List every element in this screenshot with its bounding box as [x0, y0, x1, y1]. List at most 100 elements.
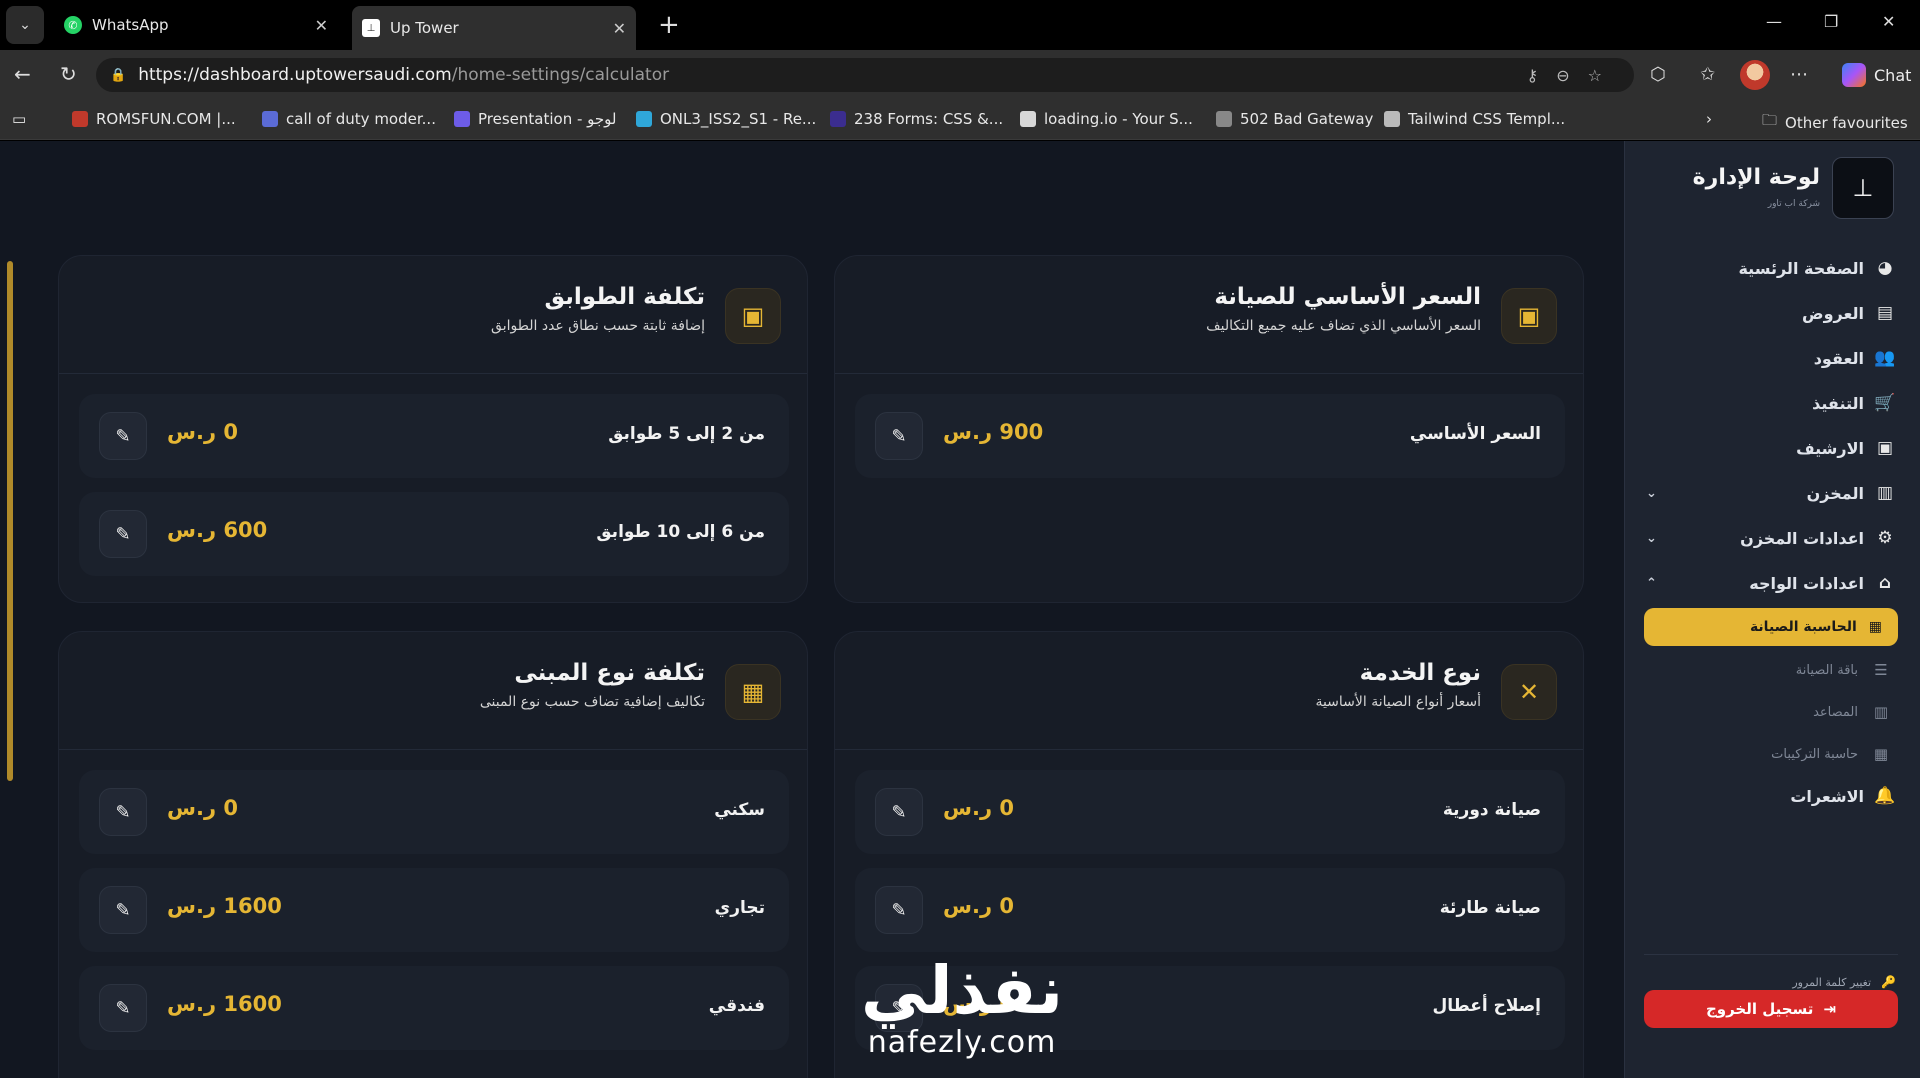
edit-button[interactable]: ✎: [875, 886, 923, 934]
bookmark-item[interactable]: ROMSFUN.COM |...: [72, 110, 236, 128]
nav-label: الارشيف: [1796, 438, 1864, 458]
minimize-button[interactable]: —: [1766, 12, 1782, 31]
bookmark-label: 238 Forms: CSS &...: [854, 110, 1004, 128]
refresh-icon[interactable]: ↻: [60, 62, 77, 86]
logout-button[interactable]: ⇥ تسجيل الخروج: [1644, 990, 1898, 1028]
nav-sub-elevators[interactable]: ▥ المصاعد: [1813, 703, 1890, 721]
edit-button[interactable]: ✎: [875, 788, 923, 836]
card-subtitle: تكاليف إضافية تضاف حسب نوع المبنى: [479, 694, 705, 710]
chevron-down-icon: ⌄: [1646, 530, 1657, 546]
row-label: إصلاح أعطال: [1432, 996, 1541, 1016]
brand-title: لوحة الإدارة: [1692, 165, 1820, 190]
edit-button[interactable]: ✎: [99, 510, 147, 558]
row-label: من 2 إلى 5 طوابق: [608, 424, 765, 444]
close-icon[interactable]: ✕: [315, 16, 328, 35]
new-tab-button[interactable]: +: [658, 10, 680, 40]
nav-item-home[interactable]: ◕ الصفحة الرئسية: [1646, 251, 1896, 285]
building-icon: ▥: [1873, 703, 1889, 721]
archive-icon: ▣: [1876, 438, 1894, 458]
bookmark-item[interactable]: Tailwind CSS Templ...: [1384, 110, 1565, 128]
nav-item-warehouse-settings[interactable]: ⚙ اعدادات المخزن ⌄: [1646, 521, 1896, 555]
nav-item-frontend-settings[interactable]: ⌂ اعدادات الواجه ⌃: [1646, 566, 1896, 600]
edit-button[interactable]: ✎: [99, 788, 147, 836]
row-label: السعر الأساسي: [1409, 424, 1541, 444]
zoom-icon[interactable]: ⊖: [1556, 66, 1587, 85]
profile-avatar[interactable]: [1740, 60, 1770, 90]
bookmark-item[interactable]: 502 Bad Gateway: [1216, 110, 1373, 128]
tab-up-tower[interactable]: ⊥ Up Tower ✕: [352, 6, 636, 50]
address-actions[interactable]: ⚷⊖☆: [1527, 66, 1620, 85]
favourites-icon[interactable]: ✩: [1700, 64, 1715, 85]
chat-label: Chat: [1874, 65, 1912, 85]
nav-label: باقة الصيانة: [1795, 662, 1858, 678]
more-menu-icon[interactable]: ⋯: [1790, 64, 1808, 85]
nav-sub-installations-calculator[interactable]: ▦ حاسبة التركيبات: [1771, 745, 1890, 763]
bookmarks-overflow-chevron-icon[interactable]: ›: [1706, 110, 1712, 128]
url-input[interactable]: 🔒 https://dashboard.uptowersaudi.com/hom…: [96, 58, 1634, 92]
row-value: 900 ر.س: [943, 420, 1044, 444]
lock-icon: 🔒: [110, 67, 127, 83]
edit-icon: ✎: [115, 425, 131, 447]
building-icon: ▦: [725, 664, 781, 720]
row-label: تجاري: [714, 898, 765, 918]
edit-button[interactable]: ✎: [99, 412, 147, 460]
nav-item-warehouse[interactable]: ▥ المخزن ⌄: [1646, 476, 1896, 510]
watermark-arabic: نفذلي: [861, 952, 1063, 1029]
uptower-favicon: ⊥: [362, 19, 380, 37]
price-row: السعر الأساسي 900 ر.س ✎: [855, 394, 1565, 478]
other-favourites[interactable]: 🗀 Other favourites: [1762, 110, 1908, 135]
close-icon[interactable]: ✕: [613, 19, 626, 38]
row-value: 0 ر.س: [943, 894, 1014, 918]
bookmark-label: loading.io - Your S...: [1044, 110, 1193, 128]
chat-button[interactable]: Chat: [1832, 58, 1920, 92]
bookmark-item[interactable]: 238 Forms: CSS &...: [830, 110, 1003, 128]
edit-icon: ✎: [891, 801, 907, 823]
bookmark-item[interactable]: ONL3_ISS2_S1 - Re...: [636, 110, 816, 128]
nav-item-contracts[interactable]: 👥 العقود: [1646, 341, 1896, 375]
tab-title: WhatsApp: [92, 16, 169, 34]
brand-subtitle: شركة اب تاور: [1767, 199, 1820, 209]
nav-item-maintenance-calculator[interactable]: ▦ الحاسبة الصيانة: [1644, 608, 1898, 646]
window-close-button[interactable]: ✕: [1882, 12, 1895, 31]
sidebar: ⊥ لوحة الإدارة شركة اب تاور ◕ الصفحة الرئ…: [1624, 141, 1920, 1078]
card-subtitle: إضافة ثابتة حسب نطاق عدد الطوابق: [491, 318, 705, 334]
nav-sub-maintenance-package[interactable]: ☰ باقة الصيانة: [1796, 661, 1890, 679]
tools-icon: ✕: [1501, 664, 1557, 720]
change-password-link[interactable]: 🔑 تغيير كلمة المرور: [1792, 975, 1896, 989]
edit-button[interactable]: ✎: [99, 984, 147, 1032]
nav-label: المخزن: [1806, 483, 1864, 503]
money-icon: ▣: [1501, 288, 1557, 344]
nav-label: اعدادات الواجه: [1749, 573, 1864, 593]
star-icon[interactable]: ☆: [1588, 66, 1620, 85]
back-arrow-icon[interactable]: ←: [14, 62, 31, 86]
watermark: نفذلي nafezly.com: [852, 956, 1072, 1060]
cart-icon: 🛒: [1874, 393, 1896, 413]
bookmark-favicon: [1216, 111, 1232, 127]
card-header: ▣ تكلفة الطوابق إضافة ثابتة حسب نطاق عدد…: [59, 256, 807, 374]
bookmark-item[interactable]: Presentation - لوجو: [454, 110, 617, 128]
nav-label: العروض: [1802, 303, 1864, 323]
scrollbar-thumb[interactable]: [7, 261, 13, 781]
nav-label: المصاعد: [1813, 704, 1858, 720]
card-subtitle: السعر الأساسي الذي تضاف عليه جميع التكال…: [1206, 318, 1481, 334]
nav-item-execution[interactable]: 🛒 التنفيذ: [1646, 386, 1896, 420]
extensions-icon[interactable]: ⬡: [1650, 64, 1666, 85]
key-icon[interactable]: ⚷: [1527, 66, 1557, 85]
tab-list-dropdown-button[interactable]: ⌄: [6, 6, 44, 44]
price-row: فندقي 1600 ر.س ✎: [79, 966, 789, 1050]
bookmarks-toggle-icon[interactable]: ▭: [12, 110, 26, 128]
bookmark-item[interactable]: call of duty moder...: [262, 110, 436, 128]
row-value: 1600 ر.س: [167, 894, 282, 918]
copilot-icon: [1842, 63, 1866, 87]
card-subtitle: أسعار أنواع الصيانة الأساسية: [1315, 694, 1481, 710]
nav-item-notifications[interactable]: 🔔 الاشعرات: [1646, 779, 1896, 813]
row-value: 0 ر.س: [167, 796, 238, 820]
nav-item-archive[interactable]: ▣ الارشيف: [1646, 431, 1896, 465]
bookmark-item[interactable]: loading.io - Your S...: [1020, 110, 1193, 128]
maximize-button[interactable]: ❐: [1824, 12, 1838, 31]
edit-icon: ✎: [891, 899, 907, 921]
edit-button[interactable]: ✎: [875, 412, 923, 460]
nav-item-offers[interactable]: ▤ العروض: [1646, 296, 1896, 330]
edit-button[interactable]: ✎: [99, 886, 147, 934]
tab-whatsapp[interactable]: ✆ WhatsApp ✕: [54, 8, 338, 42]
